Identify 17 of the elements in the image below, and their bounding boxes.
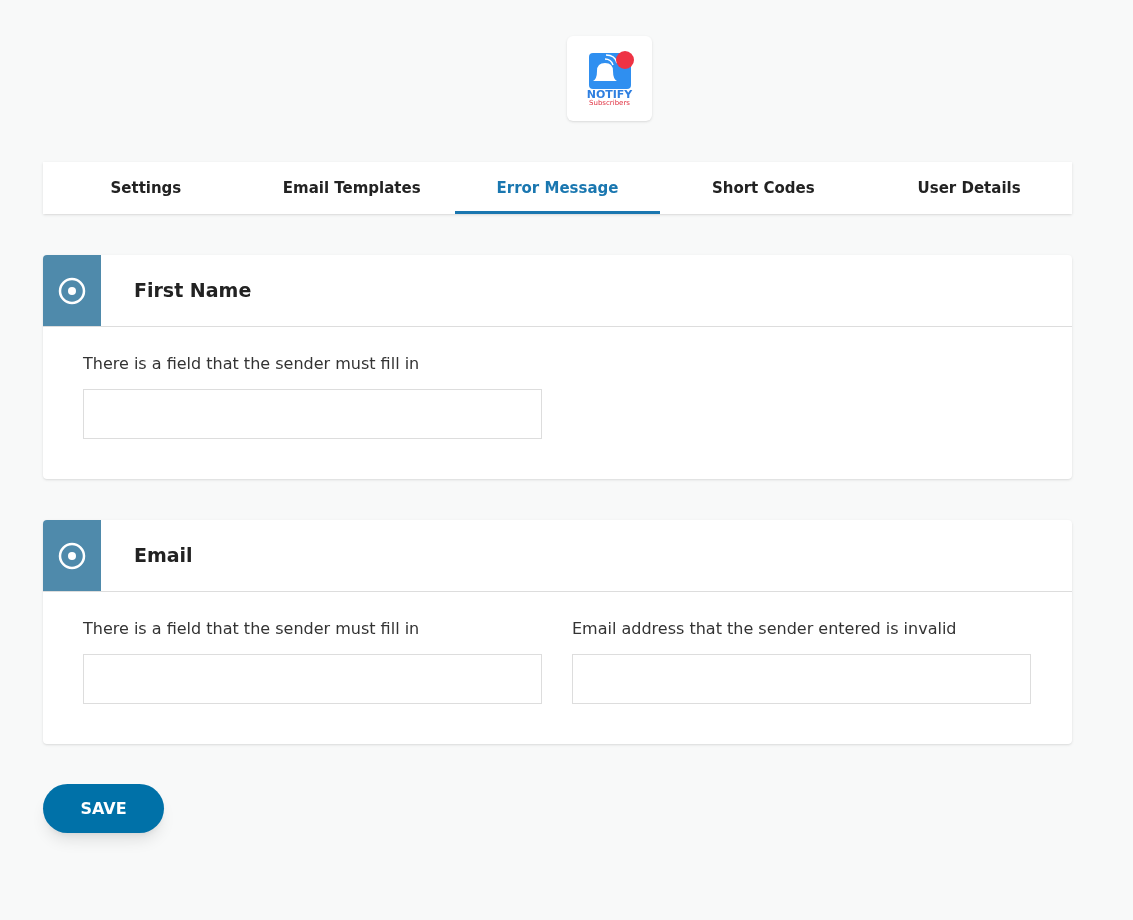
tab[interactable]: Short Codes <box>660 162 867 214</box>
tab[interactable]: Settings <box>43 162 249 214</box>
tab[interactable]: User Details <box>866 162 1072 214</box>
field-label: Email address that the sender entered is invalid <box>572 618 958 640</box>
save-button[interactable]: SAVE <box>43 784 164 833</box>
input-field[interactable] <box>83 654 542 704</box>
section-title: First Name <box>134 278 252 304</box>
field-label: There is a field that the sender must fill in <box>83 353 421 375</box>
input-field[interactable] <box>572 654 1031 704</box>
radio-icon <box>58 541 86 570</box>
input-field[interactable] <box>83 389 542 439</box>
field-label: There is a field that the sender must fill in <box>83 618 421 640</box>
logo-title: NOTIFY <box>586 88 633 100</box>
section-title: Email <box>134 543 193 569</box>
tab[interactable]: Email Templates <box>248 162 455 214</box>
radio-icon <box>58 276 86 305</box>
tab[interactable]: Error Message <box>454 162 661 214</box>
